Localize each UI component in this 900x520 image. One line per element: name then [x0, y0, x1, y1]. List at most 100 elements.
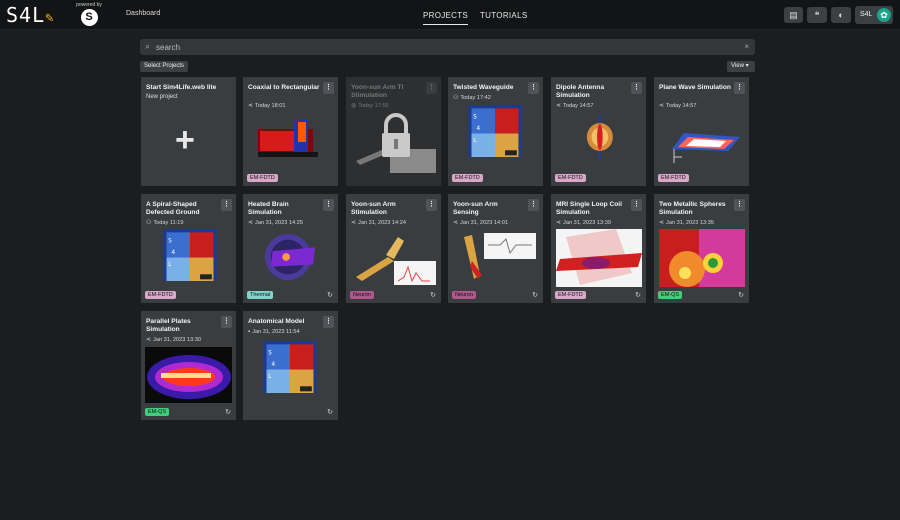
thumbnail — [464, 233, 536, 279]
svg-text:S: S — [268, 350, 272, 356]
tab-tutorials[interactable]: TUTORIALS — [480, 11, 527, 20]
sync-icon[interactable]: ↻ — [327, 291, 333, 299]
card-meta: ⋖ Today 14:57 — [659, 103, 697, 109]
more-options-button[interactable]: ⋮ — [221, 199, 232, 211]
card-meta: ⋖ Jan 31, 2023 13:39 — [556, 220, 611, 226]
user-icon: ▪ — [248, 329, 251, 335]
breadcrumb-dashboard[interactable]: Dashboard — [126, 10, 160, 17]
solver-tag: Thermal — [247, 291, 274, 299]
user-menu-button[interactable]: S4L ✿ — [855, 6, 893, 24]
project-card[interactable]: Heated Brain Simulation ⋮ ⋖ Jan 31, 2023 … — [243, 194, 338, 303]
card-meta: ⋖ Jan 31, 2023 14:01 — [453, 220, 508, 226]
search-icon: ⌕ — [145, 41, 151, 51]
sync-icon[interactable]: ↻ — [635, 291, 641, 299]
card-meta: ⋖ Jan 31, 2023 13:35 — [659, 220, 714, 226]
toggle-icon: ◐ — [838, 10, 844, 20]
s4l-logo[interactable]: S4L✎ — [6, 4, 55, 29]
share-icon: ⋖ — [248, 220, 254, 226]
svg-text:4: 4 — [477, 126, 481, 132]
svg-text:S: S — [473, 114, 477, 120]
thumbnail — [672, 133, 740, 163]
card-title: MRI Single Loop Coil Simulation — [556, 201, 622, 216]
thumbnail — [145, 347, 232, 403]
card-subtitle: New project — [146, 94, 178, 100]
theme-toggle-button[interactable]: ◐ — [831, 7, 851, 23]
solver-tag: Neuron — [452, 291, 477, 299]
sync-icon[interactable]: ↻ — [430, 291, 436, 299]
card-title: Twisted Waveguide — [453, 84, 514, 91]
solver-tag: EM-FDTD — [145, 291, 176, 299]
sync-icon[interactable]: ↻ — [225, 408, 231, 416]
card-meta: ⋖ Jan 31, 2023 14:25 — [248, 220, 303, 226]
more-options-button[interactable]: ⋮ — [323, 316, 334, 328]
share-icon: ⋖ — [146, 337, 152, 343]
chat-button[interactable]: ❝ — [807, 7, 827, 23]
more-options-button[interactable]: ⋮ — [426, 82, 437, 94]
solver-tag: EM-FDTD — [452, 174, 483, 182]
more-options-button[interactable]: ⋮ — [426, 199, 437, 211]
sync-icon[interactable]: ↻ — [738, 291, 744, 299]
card-meta: ⚇ Today 11:19 — [146, 220, 184, 226]
tab-projects[interactable]: PROJECTS — [423, 11, 469, 25]
thumbnail — [659, 229, 745, 287]
project-card[interactable]: Coaxial to Rectangular ⋮ ⋖ Today 18:01 EM… — [243, 77, 338, 186]
project-card[interactable]: Yoon-sun Arm Stimulation ⋮ ⋖ Jan 31, 2023… — [346, 194, 441, 303]
more-options-button[interactable]: ⋮ — [631, 199, 642, 211]
project-card[interactable]: Anatomical Model ⋮ ▪ Jan 31, 2023 11:54 S… — [243, 311, 338, 420]
more-options-button[interactable]: ⋮ — [323, 82, 334, 94]
share-icon: ⋖ — [248, 103, 254, 109]
more-options-button[interactable]: ⋮ — [528, 199, 539, 211]
sync-icon[interactable]: ↻ — [532, 291, 538, 299]
search-input[interactable] — [156, 41, 726, 53]
search-bar: ⌕ × — [140, 39, 755, 55]
thumbnail: S4L — [163, 229, 217, 281]
card-title: Coaxial to Rectangular — [248, 84, 320, 91]
svg-text:L: L — [168, 262, 172, 268]
more-options-button[interactable]: ⋮ — [734, 82, 745, 94]
card-meta: ⋖ Today 18:01 — [248, 103, 286, 109]
powered-by: powered by S — [74, 2, 104, 26]
project-card[interactable]: Dipole Antenna Simulation ⋮ ⋖ Today 14:57… — [551, 77, 646, 186]
more-options-button[interactable]: ⋮ — [631, 82, 642, 94]
manual-button[interactable]: ▤ — [784, 7, 803, 23]
view-dropdown[interactable]: View ▾ — [727, 61, 755, 72]
svg-text:4: 4 — [272, 362, 276, 368]
clear-icon[interactable]: × — [744, 42, 749, 51]
project-card[interactable]: Yoon-sun Arm Sensing ⋮ ⋖ Jan 31, 2023 14:… — [448, 194, 543, 303]
card-meta: ⚇ Today 17:42 — [453, 95, 491, 101]
thumbnail — [556, 229, 642, 287]
card-title: A Spiral-Shaped Defected Ground — [146, 201, 200, 216]
project-card[interactable]: Parallel Plates Simulation ⋮ ⋖ Jan 31, 20… — [141, 311, 236, 420]
project-card[interactable]: Plane Wave Simulation ⋮ ⋖ Today 14:57 EM-… — [654, 77, 749, 186]
thumbnail — [356, 237, 436, 285]
project-card[interactable]: Yoon-sun Arm TI Stimulation ⋮ ◍ Today 17:… — [346, 77, 441, 186]
project-card[interactable]: MRI Single Loop Coil Simulation ⋮ ⋖ Jan 3… — [551, 194, 646, 303]
more-options-button[interactable]: ⋮ — [528, 82, 539, 94]
project-card[interactable]: A Spiral-Shaped Defected Ground ⋮ ⚇ Today… — [141, 194, 236, 303]
solver-tag: EM-QS — [145, 408, 170, 416]
card-title: Two Metallic Spheres Simulation — [659, 201, 726, 216]
card-meta: ▪ Jan 31, 2023 11:54 — [248, 329, 300, 335]
share-icon: ⋖ — [659, 103, 665, 109]
sync-icon[interactable]: ↻ — [327, 408, 333, 416]
card-title: Yoon-sun Arm Sensing — [453, 201, 498, 216]
solver-tag: Neuron — [350, 291, 375, 299]
more-options-button[interactable]: ⋮ — [734, 199, 745, 211]
project-card[interactable]: Two Metallic Spheres Simulation ⋮ ⋖ Jan 3… — [654, 194, 749, 303]
svg-text:4: 4 — [172, 250, 176, 256]
group-icon: ⚇ — [146, 220, 152, 226]
card-title: Dipole Antenna Simulation — [556, 84, 605, 99]
svg-text:L: L — [268, 374, 272, 380]
project-card[interactable]: Twisted Waveguide ⋮ ⚇ Today 17:42 S4L EM-… — [448, 77, 543, 186]
new-project-card[interactable]: Start Sim4Life.web lite New project + — [141, 77, 236, 186]
more-options-button[interactable]: ⋮ — [323, 199, 334, 211]
thumbnail — [586, 114, 613, 160]
globe-icon: ◍ — [351, 103, 357, 109]
card-meta: ⋖ Jan 31, 2023 14:24 — [351, 220, 406, 226]
avatar: ✿ — [877, 8, 891, 22]
select-projects-button[interactable]: Select Projects — [140, 61, 189, 72]
more-options-button[interactable]: ⋮ — [221, 316, 232, 328]
share-icon: ⋖ — [556, 103, 562, 109]
share-icon: ⋖ — [556, 220, 562, 226]
solver-tag: EM-FDTD — [658, 174, 689, 182]
